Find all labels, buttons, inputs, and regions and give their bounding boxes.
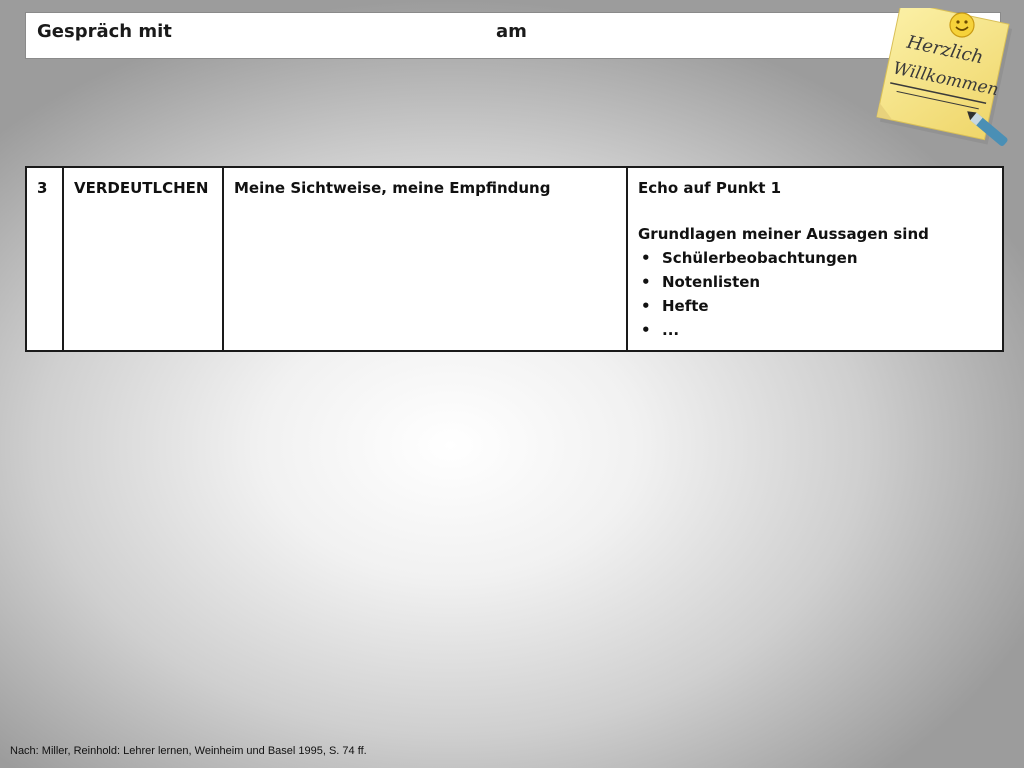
- conversation-step-table: 3 VERDEUTLCHEN Meine Sichtweise, meine E…: [25, 166, 1004, 352]
- list-item: Schülerbeobachtungen: [638, 246, 992, 270]
- step-detail-cell: Echo auf Punkt 1 Grundlagen meiner Aussa…: [626, 166, 1004, 352]
- date-label: am: [496, 21, 527, 42]
- welcome-sticky-note: Herzlich Willkommen: [876, 0, 1013, 153]
- evidence-list: Schülerbeobachtungen Notenlisten Hefte .…: [638, 246, 992, 342]
- list-item: Hefte: [638, 294, 992, 318]
- title-bar: Gespräch mit am: [25, 12, 1001, 59]
- step-phase-cell: VERDEUTLCHEN: [62, 166, 224, 352]
- conversation-with-label: Gespräch mit: [37, 21, 172, 42]
- table-row: 3 VERDEUTLCHEN Meine Sichtweise, meine E…: [25, 166, 1004, 352]
- detail-title: Echo auf Punkt 1: [638, 179, 782, 197]
- list-item: Notenlisten: [638, 270, 992, 294]
- detail-subtitle: Grundlagen meiner Aussagen sind: [638, 225, 929, 243]
- smiley-face-icon: [949, 12, 975, 38]
- step-focus-cell: Meine Sichtweise, meine Empfindung: [222, 166, 628, 352]
- list-item: ...: [638, 318, 992, 342]
- source-citation: Nach: Miller, Reinhold: Lehrer lernen, W…: [10, 745, 367, 757]
- sticky-note-graphic: Herzlich Willkommen: [876, 0, 1013, 146]
- step-number-cell: 3: [25, 166, 64, 352]
